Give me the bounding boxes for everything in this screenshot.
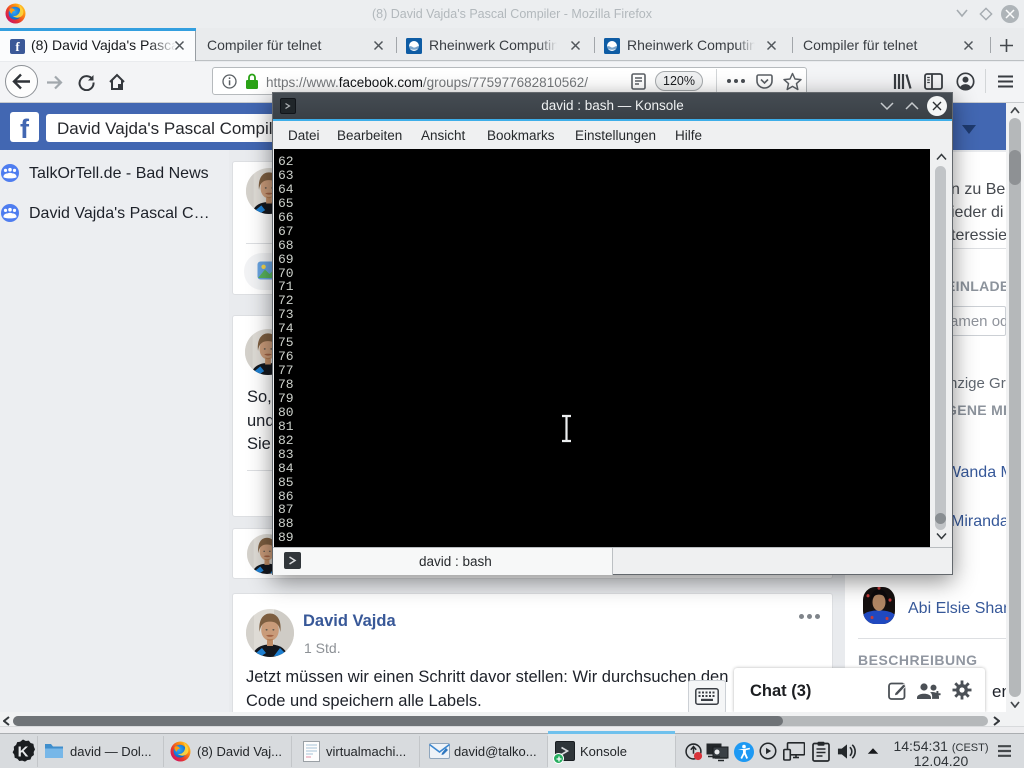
svg-text:K: K: [18, 744, 29, 761]
